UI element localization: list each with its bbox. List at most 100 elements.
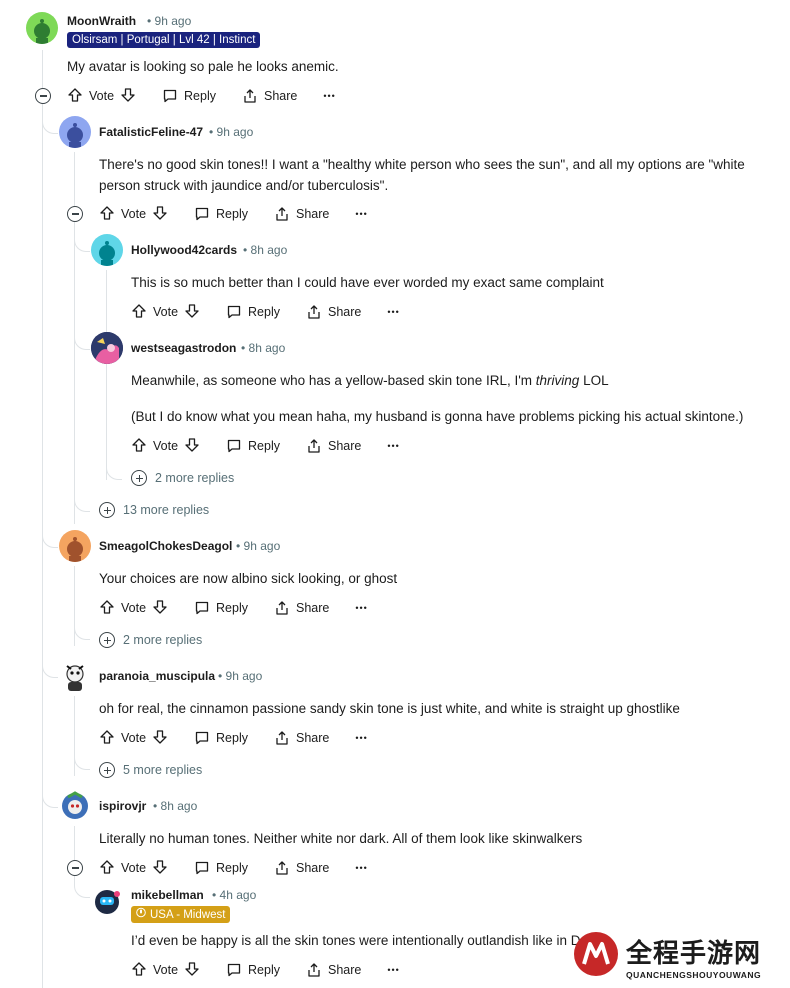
avatar[interactable] — [91, 886, 123, 918]
reply-button[interactable]: Reply — [194, 860, 248, 876]
reply-button[interactable]: Reply — [194, 206, 248, 222]
downvote-icon[interactable] — [152, 729, 168, 748]
comment-body: There's no good skin tones!! I want a "h… — [99, 157, 745, 193]
plus-circle-icon — [99, 632, 115, 648]
reply-button[interactable]: Reply — [194, 730, 248, 746]
timestamp[interactable]: 9h ago — [236, 539, 281, 553]
vote-label: Vote — [153, 439, 179, 453]
downvote-icon[interactable] — [152, 859, 168, 878]
comment-body: oh for real, the cinnamon passione sandy… — [99, 701, 680, 716]
overflow-menu-button[interactable]: ••• — [355, 209, 367, 219]
share-button[interactable]: Share — [306, 304, 361, 320]
username[interactable]: westseagastrodon — [131, 341, 236, 355]
vote-label: Vote — [121, 601, 147, 615]
avatar[interactable] — [59, 790, 91, 822]
username[interactable]: Hollywood42cards — [131, 243, 237, 257]
avatar[interactable] — [91, 234, 123, 266]
avatar[interactable] — [59, 530, 91, 562]
comment-body-paragraph: (But I do know what you mean haha, my hu… — [131, 409, 744, 424]
share-icon — [274, 860, 290, 876]
share-button[interactable]: Share — [274, 730, 329, 746]
share-icon — [242, 88, 258, 104]
downvote-icon[interactable] — [152, 599, 168, 618]
username[interactable]: FatalisticFeline-47 — [99, 125, 203, 139]
watermark: 全程手游网 QUANCHENGSHOUYOUWANG — [572, 928, 782, 984]
reply-button[interactable]: Reply — [226, 438, 280, 454]
upvote-icon[interactable] — [67, 87, 83, 106]
share-button[interactable]: Share — [274, 600, 329, 616]
share-icon — [274, 206, 290, 222]
reply-button[interactable]: Reply — [194, 600, 248, 616]
share-button[interactable]: Share — [274, 860, 329, 876]
more-replies-button[interactable]: 13 more replies — [99, 502, 209, 518]
reply-button[interactable]: Reply — [226, 304, 280, 320]
reply-icon — [226, 304, 242, 320]
reply-icon — [226, 438, 242, 454]
downvote-icon[interactable] — [152, 205, 168, 224]
collapse-thread-button[interactable] — [67, 206, 83, 222]
share-button[interactable]: Share — [306, 438, 361, 454]
collapse-thread-button[interactable] — [35, 88, 51, 104]
timestamp[interactable]: 8h ago — [241, 341, 286, 355]
username[interactable]: SmeagolChokesDeagol — [99, 539, 232, 553]
timestamp[interactable]: 9h ago — [147, 14, 192, 28]
overflow-menu-button[interactable]: ••• — [355, 733, 367, 743]
username[interactable]: MoonWraith — [67, 14, 136, 28]
plus-circle-icon — [131, 470, 147, 486]
user-flair: Olsirsam | Portugal | Lvl 42 | Instinct — [67, 32, 261, 48]
more-replies-button[interactable]: 2 more replies — [99, 632, 202, 648]
avatar[interactable] — [59, 116, 91, 148]
avatar[interactable] — [26, 12, 58, 44]
downvote-icon[interactable] — [184, 303, 200, 322]
upvote-icon[interactable] — [99, 599, 115, 618]
upvote-icon[interactable] — [99, 859, 115, 878]
upvote-icon[interactable] — [99, 205, 115, 224]
overflow-menu-button[interactable]: ••• — [387, 441, 399, 451]
share-button[interactable]: Share — [242, 88, 297, 104]
share-icon — [306, 962, 322, 978]
overflow-menu-button[interactable]: ••• — [355, 603, 367, 613]
timestamp[interactable]: 8h ago — [243, 243, 288, 257]
share-icon — [306, 304, 322, 320]
overflow-menu-button[interactable]: ••• — [323, 91, 335, 101]
reply-button[interactable]: Reply — [226, 962, 280, 978]
timestamp[interactable]: 9h ago — [209, 125, 254, 139]
comment-body: Literally no human tones. Neither white … — [99, 831, 583, 846]
upvote-icon[interactable] — [131, 303, 147, 322]
overflow-menu-button[interactable]: ••• — [387, 307, 399, 317]
user-flair: USA - Midwest — [131, 906, 231, 923]
upvote-icon[interactable] — [99, 729, 115, 748]
avatar[interactable] — [91, 332, 123, 364]
vote-label: Vote — [121, 731, 147, 745]
downvote-icon[interactable] — [120, 87, 136, 106]
timestamp[interactable]: 9h ago — [218, 669, 263, 683]
username[interactable]: paranoia_muscipula — [99, 669, 215, 683]
downvote-icon[interactable] — [184, 437, 200, 456]
share-button[interactable]: Share — [274, 206, 329, 222]
share-icon — [306, 438, 322, 454]
timestamp[interactable]: 8h ago — [153, 799, 198, 813]
comment-actions: Vote Reply Share ••• — [99, 727, 368, 749]
share-icon — [274, 730, 290, 746]
username[interactable]: mikebellman — [131, 888, 204, 902]
downvote-icon[interactable] — [184, 961, 200, 980]
upvote-icon[interactable] — [131, 961, 147, 980]
comment-body: I’d even be happy is all the skin tones … — [131, 933, 604, 948]
overflow-menu-button[interactable]: ••• — [355, 863, 367, 873]
more-replies-button[interactable]: 5 more replies — [99, 762, 202, 778]
comment-actions: Vote Reply Share ••• — [99, 597, 368, 619]
share-button[interactable]: Share — [306, 962, 361, 978]
reply-button[interactable]: Reply — [162, 88, 216, 104]
vote-group: Vote — [67, 87, 136, 106]
comment-actions: Vote Reply Share ••• — [99, 203, 368, 225]
collapse-thread-button[interactable] — [67, 860, 83, 876]
more-replies-button[interactable]: 2 more replies — [131, 470, 234, 486]
emphasis-text: thriving — [535, 373, 580, 388]
timestamp[interactable]: 4h ago — [212, 888, 257, 902]
upvote-icon[interactable] — [131, 437, 147, 456]
username[interactable]: ispirovjr — [99, 799, 146, 813]
comment-actions: Vote Reply Share ••• — [99, 857, 368, 879]
avatar[interactable] — [59, 660, 91, 692]
overflow-menu-button[interactable]: ••• — [387, 965, 399, 975]
comment-body: My avatar is looking so pale he looks an… — [67, 59, 339, 74]
